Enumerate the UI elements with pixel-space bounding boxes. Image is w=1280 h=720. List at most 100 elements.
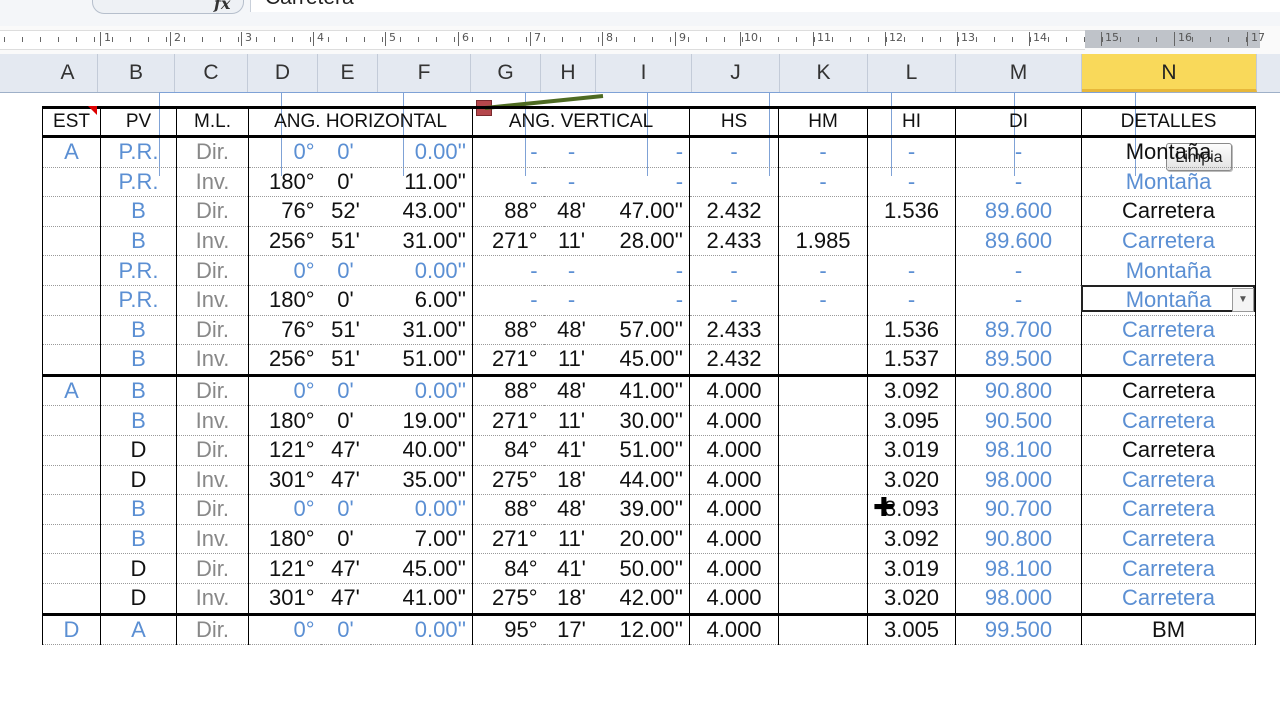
cell-v2[interactable]: 11' xyxy=(543,344,600,376)
cell-v1[interactable]: - xyxy=(472,167,544,198)
cell-di[interactable]: 90.800 xyxy=(955,524,1083,555)
cell-v1[interactable]: 88° xyxy=(472,373,544,407)
cell-v2[interactable]: 48' xyxy=(543,373,600,407)
cell-det[interactable]: Carretera xyxy=(1081,583,1257,615)
cell-ml[interactable]: Dir. xyxy=(176,136,249,168)
cell-det[interactable]: Carretera xyxy=(1081,196,1257,227)
cell-est[interactable]: A xyxy=(42,373,101,407)
column-header-g[interactable]: G xyxy=(471,54,541,92)
cell-h3[interactable]: 31.00'' xyxy=(370,226,474,257)
cell-pv[interactable]: P.R. xyxy=(100,136,177,168)
column-header-k[interactable]: K xyxy=(780,54,868,92)
cell-v2[interactable]: 48' xyxy=(543,315,600,346)
cell-di[interactable]: 90.800 xyxy=(955,373,1083,407)
cell-h2[interactable]: 0' xyxy=(320,285,371,316)
cell-hs[interactable]: 4.000 xyxy=(689,612,780,646)
cell-di[interactable]: 98.000 xyxy=(955,583,1083,615)
cell-hs[interactable]: 2.433 xyxy=(689,226,780,257)
cell-pv[interactable]: B xyxy=(100,196,177,227)
cell-h1[interactable]: 301° xyxy=(248,465,321,496)
cell-est[interactable] xyxy=(42,553,101,584)
cell-v1[interactable]: 271° xyxy=(472,226,544,257)
cell-v2[interactable]: - xyxy=(543,167,600,198)
cell-h3[interactable]: 0.00'' xyxy=(370,136,474,168)
cell-di[interactable]: 98.100 xyxy=(955,553,1083,584)
cell-hi[interactable]: 3.092 xyxy=(867,524,957,555)
cell-di[interactable]: 90.700 xyxy=(955,494,1083,525)
cell-h3[interactable]: 6.00'' xyxy=(370,285,474,316)
cell-h3[interactable]: 31.00'' xyxy=(370,315,474,346)
cell-di[interactable]: 98.100 xyxy=(955,435,1083,466)
cell-v1[interactable]: - xyxy=(472,285,544,316)
cell-v1[interactable]: 275° xyxy=(472,465,544,496)
cell-h1[interactable]: 0° xyxy=(248,494,321,525)
cell-ml[interactable]: Inv. xyxy=(176,285,249,316)
cell-est[interactable] xyxy=(42,226,101,257)
cell-v3[interactable]: - xyxy=(599,136,691,168)
cell-h2[interactable]: 47' xyxy=(320,435,371,466)
column-header-e[interactable]: E xyxy=(318,54,378,92)
cell-hm[interactable] xyxy=(778,315,869,346)
cell-v2[interactable]: 11' xyxy=(543,226,600,257)
cell-det[interactable]: Carretera xyxy=(1081,524,1257,555)
cell-h1[interactable]: 180° xyxy=(248,405,321,436)
column-header-m[interactable]: M xyxy=(956,54,1082,92)
cell-v3[interactable]: 12.00'' xyxy=(599,612,691,646)
cell-v1[interactable]: 271° xyxy=(472,524,544,555)
cell-h2[interactable]: 51' xyxy=(320,315,371,346)
cell-di[interactable]: 89.500 xyxy=(955,344,1083,376)
cell-v2[interactable]: 48' xyxy=(543,196,600,227)
cell-det[interactable]: Carretera xyxy=(1081,553,1257,584)
cell-h2[interactable]: 0' xyxy=(320,373,371,407)
cell-h1[interactable]: 180° xyxy=(248,167,321,198)
cell-h1[interactable]: 256° xyxy=(248,344,321,376)
cell-est[interactable] xyxy=(42,524,101,555)
cell-h1[interactable]: 301° xyxy=(248,583,321,615)
cell-est[interactable] xyxy=(42,167,101,198)
cell-di[interactable]: - xyxy=(955,285,1083,316)
cell-hs[interactable]: 2.432 xyxy=(689,196,780,227)
cell-det[interactable]: Carretera xyxy=(1081,465,1257,496)
cell-di[interactable]: - xyxy=(955,255,1083,286)
cell-est[interactable] xyxy=(42,196,101,227)
column-header-n[interactable]: N xyxy=(1082,54,1257,92)
cell-hi[interactable]: - xyxy=(867,167,957,198)
cell-v3[interactable]: 47.00'' xyxy=(599,196,691,227)
cell-h1[interactable]: 76° xyxy=(248,315,321,346)
cell-hi[interactable]: 3.095 xyxy=(867,405,957,436)
cell-v3[interactable]: 45.00'' xyxy=(599,344,691,376)
cell-v1[interactable]: 88° xyxy=(472,494,544,525)
cell-hi[interactable]: 3.005 xyxy=(867,612,957,646)
cell-hm[interactable] xyxy=(778,553,869,584)
cell-di[interactable]: 89.700 xyxy=(955,315,1083,346)
cell-h2[interactable]: 51' xyxy=(320,226,371,257)
cell-h3[interactable]: 0.00'' xyxy=(370,612,474,646)
cell-pv[interactable]: D xyxy=(100,435,177,466)
cell-pv[interactable]: P.R. xyxy=(100,255,177,286)
cell-hs[interactable]: 2.433 xyxy=(689,315,780,346)
cell-ml[interactable]: Dir. xyxy=(176,553,249,584)
cell-hm[interactable] xyxy=(778,435,869,466)
cell-pv[interactable]: B xyxy=(100,524,177,555)
column-header-f[interactable]: F xyxy=(378,54,471,92)
cell-h1[interactable]: 0° xyxy=(248,136,321,168)
cell-est[interactable] xyxy=(42,494,101,525)
cell-hs[interactable]: 4.000 xyxy=(689,465,780,496)
cell-v3[interactable]: 42.00'' xyxy=(599,583,691,615)
cell-v3[interactable]: - xyxy=(599,167,691,198)
cell-di[interactable]: 89.600 xyxy=(955,226,1083,257)
cell-h1[interactable]: 180° xyxy=(248,285,321,316)
cell-v1[interactable]: 88° xyxy=(472,315,544,346)
cell-v3[interactable]: 44.00'' xyxy=(599,465,691,496)
cell-ml[interactable]: Dir. xyxy=(176,373,249,407)
cell-v1[interactable]: - xyxy=(472,136,544,168)
cell-v3[interactable]: 30.00'' xyxy=(599,405,691,436)
cell-v3[interactable]: 41.00'' xyxy=(599,373,691,407)
cell-di[interactable]: 89.600 xyxy=(955,196,1083,227)
cell-hi[interactable]: - xyxy=(867,255,957,286)
cell-h2[interactable]: 0' xyxy=(320,405,371,436)
cell-hs[interactable]: 4.000 xyxy=(689,405,780,436)
cell-v2[interactable]: 48' xyxy=(543,494,600,525)
column-header-h[interactable]: H xyxy=(541,54,596,92)
cell-pv[interactable]: B xyxy=(100,226,177,257)
